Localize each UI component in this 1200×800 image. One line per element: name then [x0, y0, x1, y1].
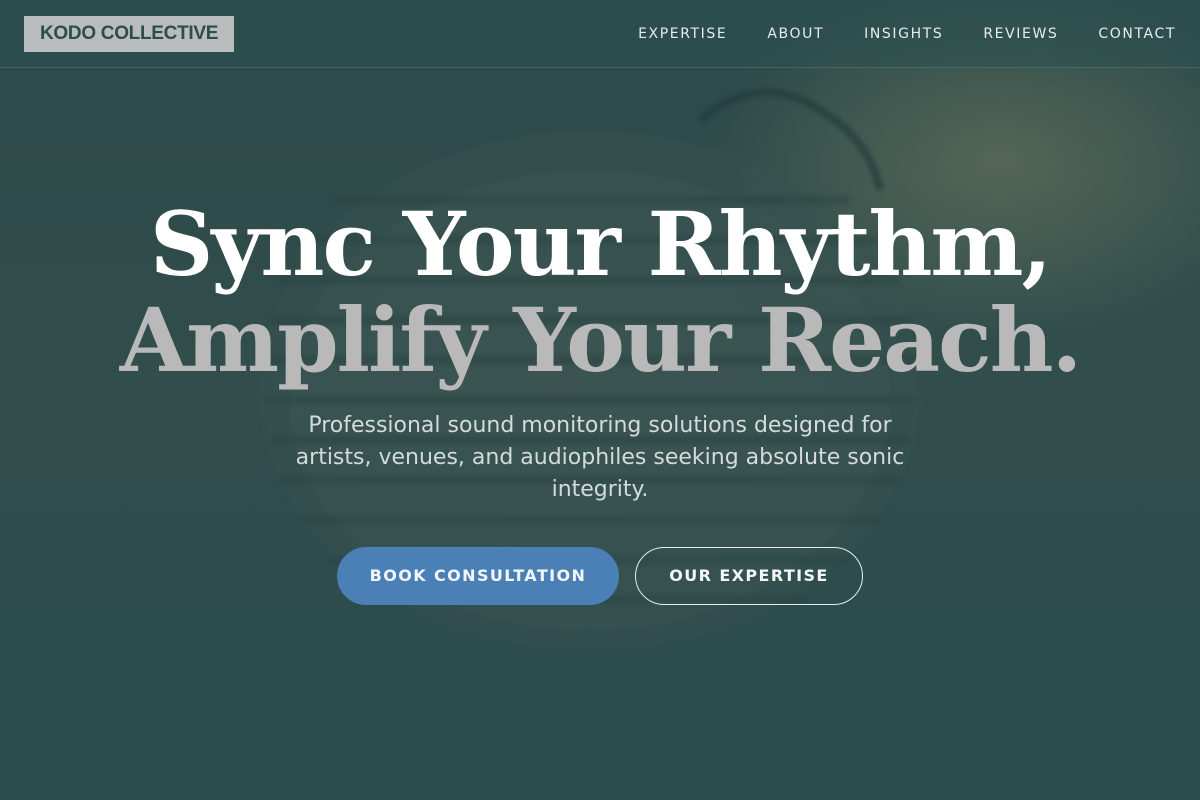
nav-link-reviews[interactable]: REVIEWS — [983, 26, 1058, 42]
nav-link-insights[interactable]: INSIGHTS — [864, 26, 943, 42]
nav-link-expertise[interactable]: EXPERTISE — [638, 26, 727, 42]
nav-link-contact[interactable]: CONTACT — [1098, 26, 1176, 42]
headline-line-2: Amplify Your Reach. — [119, 288, 1083, 392]
hero-overlay — [0, 0, 1200, 800]
top-navigation: KODO COLLECTIVE EXPERTISE ABOUT INSIGHTS… — [0, 0, 1200, 68]
hero-section: KODO COLLECTIVE EXPERTISE ABOUT INSIGHTS… — [0, 0, 1200, 800]
logo[interactable]: KODO COLLECTIVE — [24, 16, 235, 52]
hero-headline: Sync Your Rhythm, Amplify Your Reach. — [0, 196, 1200, 388]
headline-line-1: Sync Your Rhythm, — [149, 192, 1052, 296]
nav-links: EXPERTISE ABOUT INSIGHTS REVIEWS CONTACT — [638, 0, 1176, 68]
nav-link-about[interactable]: ABOUT — [767, 26, 824, 42]
book-consultation-button[interactable]: BOOK CONSULTATION — [337, 547, 619, 605]
our-expertise-button[interactable]: OUR EXPERTISE — [635, 547, 863, 605]
hero-subtitle: Professional sound monitoring solutions … — [295, 413, 905, 502]
